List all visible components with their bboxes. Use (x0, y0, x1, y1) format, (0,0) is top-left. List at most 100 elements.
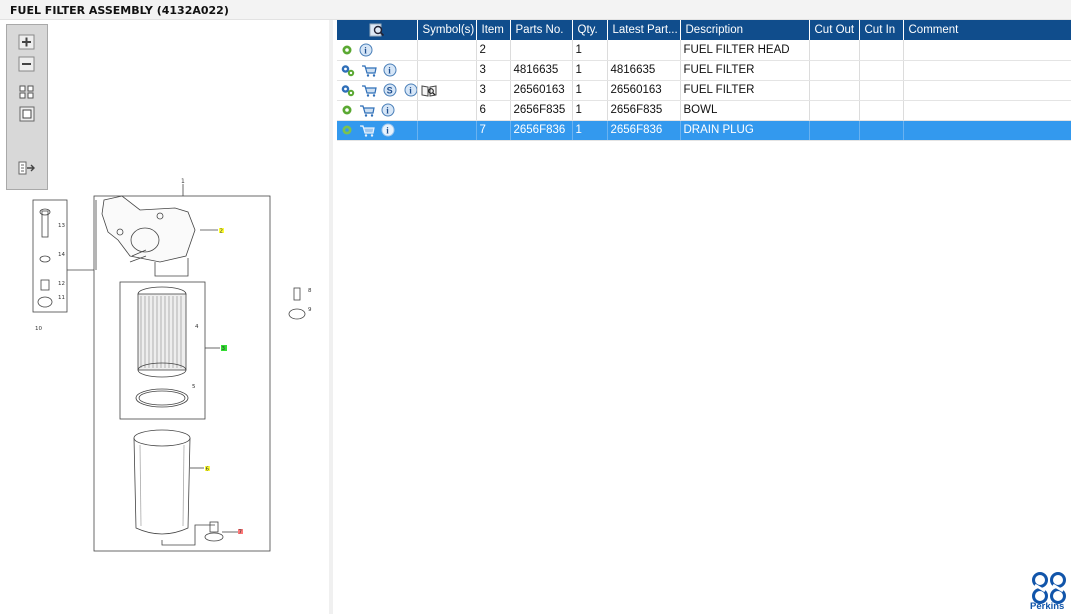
item-cell: 6 (476, 100, 511, 121)
book-icon[interactable] (421, 84, 437, 97)
cut-out-cell (809, 40, 860, 61)
svg-text:8: 8 (308, 288, 312, 294)
fit-all-icon (19, 85, 34, 99)
info-icon[interactable]: i (404, 83, 417, 97)
comment-cell (903, 120, 1071, 141)
shopping-cart-icon[interactable] (359, 124, 375, 137)
part-number-cell (510, 40, 573, 61)
window-title: FUEL FILTER ASSEMBLY (4132A022) (10, 4, 229, 17)
qty-cell: 1 (572, 60, 608, 81)
table-header: Symbol(s) Item Parts No. Qty. Latest Par… (337, 20, 1071, 40)
part-number-cell: 2656F835 (510, 100, 573, 121)
item-cell: 3 (476, 80, 511, 101)
item-cell: 2 (476, 40, 511, 61)
svg-text:14: 14 (58, 252, 65, 258)
svg-text:1: 1 (181, 178, 185, 185)
gears-icon[interactable] (341, 84, 355, 97)
row-icons: i (337, 40, 418, 61)
shopping-cart-icon[interactable] (361, 64, 377, 77)
export-button[interactable] (17, 159, 37, 177)
qty-cell: 1 (572, 80, 608, 101)
fit-window-icon (19, 106, 35, 122)
description-cell: FUEL FILTER (680, 80, 810, 101)
column-header-parts-no[interactable]: Parts No. (510, 20, 573, 40)
description-cell: FUEL FILTER (680, 60, 810, 81)
symbol-cell (417, 100, 477, 121)
column-header-symbols[interactable]: Symbol(s) (417, 20, 477, 40)
info-icon[interactable]: i (381, 103, 395, 117)
table-row-selected[interactable]: i 7 2656F836 1 2656F836 DRAIN PLUG (337, 120, 1071, 141)
svg-text:3: 3 (222, 346, 226, 352)
fit-all-button[interactable] (17, 83, 37, 101)
item-cell: 7 (476, 120, 511, 141)
part-number-cell: 4816635 (510, 60, 573, 81)
part-number-cell: 26560163 (510, 80, 573, 101)
cut-out-cell (809, 100, 860, 121)
column-header-cut-in[interactable]: Cut In (859, 20, 904, 40)
zoom-out-icon (18, 56, 35, 72)
description-cell: FUEL FILTER HEAD (680, 40, 810, 61)
row-icons: S i (337, 80, 418, 101)
latest-part-cell: 2656F835 (607, 100, 681, 121)
supersession-s-icon[interactable]: S (383, 83, 397, 97)
svg-text:9: 9 (308, 307, 312, 313)
comment-cell (903, 40, 1071, 61)
search-parts-icon (369, 23, 384, 37)
item-cell: 3 (476, 60, 511, 81)
row-icons: i (337, 60, 418, 81)
zoom-in-button[interactable] (17, 33, 37, 51)
svg-text:10: 10 (35, 326, 42, 332)
exploded-parts-diagram[interactable]: 1 2 3 4 5 6 7 8 9 10 11 12 13 14 (0, 20, 333, 614)
symbol-cell (417, 60, 477, 81)
svg-text:4: 4 (195, 324, 199, 330)
svg-text:S: S (387, 86, 393, 96)
svg-text:7: 7 (239, 530, 243, 536)
svg-text:6: 6 (206, 467, 210, 473)
cut-in-cell (859, 60, 904, 81)
title-bar: FUEL FILTER ASSEMBLY (4132A022) (0, 0, 1071, 20)
fit-window-button[interactable] (17, 105, 37, 123)
info-icon[interactable]: i (381, 123, 395, 137)
svg-text:5: 5 (192, 384, 196, 390)
shopping-cart-icon[interactable] (361, 84, 377, 97)
diagram-toolbox (6, 24, 48, 190)
column-header-latest-part[interactable]: Latest Part... (607, 20, 681, 40)
comment-cell (903, 100, 1071, 121)
table-row[interactable]: i 3 4816635 1 4816635 FUEL FILTER (337, 60, 1071, 81)
gear-icon[interactable] (341, 104, 353, 116)
latest-part-cell: 2656F836 (607, 120, 681, 141)
column-header-item[interactable]: Item (476, 20, 511, 40)
info-icon[interactable]: i (359, 43, 373, 57)
part-number-cell: 2656F836 (510, 120, 573, 141)
shopping-cart-icon[interactable] (359, 104, 375, 117)
latest-part-cell: 26560163 (607, 80, 681, 101)
gears-icon[interactable] (341, 64, 355, 77)
svg-text:13: 13 (58, 223, 65, 229)
column-header-qty[interactable]: Qty. (572, 20, 608, 40)
export-arrow-icon (18, 161, 35, 175)
symbol-cell (417, 40, 477, 61)
cut-in-cell (859, 80, 904, 101)
svg-text:2: 2 (220, 229, 224, 235)
zoom-out-button[interactable] (17, 55, 37, 73)
cut-out-cell (809, 120, 860, 141)
table-row[interactable]: S i 3 26560163 1 26560163 FUEL FILTER (337, 80, 1071, 101)
row-icons: i (337, 100, 418, 121)
table-row[interactable]: i 2 1 FUEL FILTER HEAD (337, 40, 1071, 61)
perkins-logo-text: Perkins (1030, 601, 1065, 612)
parts-table: Symbol(s) Item Parts No. Qty. Latest Par… (337, 20, 1071, 141)
column-header-comment[interactable]: Comment (903, 20, 1071, 40)
gear-icon[interactable] (341, 124, 353, 136)
gear-icon[interactable] (341, 44, 353, 56)
column-header-cut-out[interactable]: Cut Out (809, 20, 860, 40)
symbol-cell (417, 120, 477, 141)
cut-in-cell (859, 100, 904, 121)
svg-text:11: 11 (58, 295, 65, 301)
column-header-description[interactable]: Description (680, 20, 810, 40)
latest-part-cell (607, 40, 681, 61)
column-search-header[interactable] (337, 20, 418, 40)
qty-cell: 1 (572, 40, 608, 61)
info-icon[interactable]: i (383, 63, 397, 77)
table-row[interactable]: i 6 2656F835 1 2656F835 BOWL (337, 100, 1071, 121)
cut-out-cell (809, 60, 860, 81)
